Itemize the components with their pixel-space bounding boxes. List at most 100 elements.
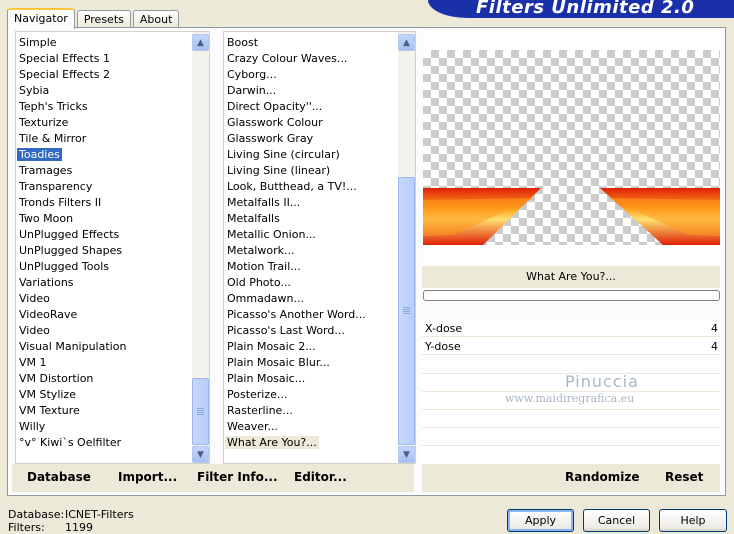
category-scrollbar[interactable]: ▲ ▼ xyxy=(192,32,209,463)
list-item-label: Metalwork... xyxy=(227,244,295,257)
list-item-label: Two Moon xyxy=(19,212,74,225)
scroll-thumb[interactable] xyxy=(192,378,209,445)
filter-item[interactable]: Motion Trail... xyxy=(224,259,398,275)
category-item[interactable]: UnPlugged Shapes xyxy=(16,243,192,259)
list-item-label: VideoRave xyxy=(19,308,78,321)
filter-item[interactable]: Boost xyxy=(224,35,398,51)
filter-item[interactable]: Picasso's Another Word... xyxy=(224,307,398,323)
list-item-label: Metalfalls xyxy=(227,212,280,225)
category-item[interactable]: VM Stylize xyxy=(16,387,192,403)
category-item[interactable]: °v° Kiwi`s Oelfilter xyxy=(16,435,192,451)
category-item[interactable]: VideoRave xyxy=(16,307,192,323)
param-value: 4 xyxy=(711,340,718,353)
category-item[interactable]: Tronds Filters II xyxy=(16,195,192,211)
filter-item[interactable]: Posterize... xyxy=(224,387,398,403)
database-button[interactable]: Database xyxy=(27,470,91,484)
category-item[interactable]: Willy xyxy=(16,419,192,435)
param-row-y-dose[interactable]: Y-dose 4 xyxy=(422,338,720,355)
filter-item[interactable]: Metallic Onion... xyxy=(224,227,398,243)
filter-item[interactable]: Plain Mosaic 2... xyxy=(224,339,398,355)
filter-item[interactable]: Plain Mosaic Blur... xyxy=(224,355,398,371)
filter-info-button[interactable]: Filter Info... xyxy=(197,470,278,484)
filters-count: 1199 xyxy=(65,521,93,534)
category-item[interactable]: Teph's Tricks xyxy=(16,99,192,115)
filter-item[interactable]: Crazy Colour Waves... xyxy=(224,51,398,67)
category-item[interactable]: Two Moon xyxy=(16,211,192,227)
filter-item[interactable]: Metalfalls II... xyxy=(224,195,398,211)
filter-item[interactable]: Direct Opacity''... xyxy=(224,99,398,115)
scroll-up-icon[interactable]: ▲ xyxy=(398,34,415,51)
filter-item[interactable]: Picasso's Last Word... xyxy=(224,323,398,339)
tab-presets[interactable]: Presets xyxy=(76,10,131,28)
category-item[interactable]: Special Effects 2 xyxy=(16,67,192,83)
category-item[interactable]: UnPlugged Effects xyxy=(16,227,192,243)
param-label: Y-dose xyxy=(425,340,461,353)
tab-about[interactable]: About xyxy=(132,10,180,28)
category-item[interactable]: VM Texture xyxy=(16,403,192,419)
category-item[interactable]: Sybia xyxy=(16,83,192,99)
category-item[interactable]: Variations xyxy=(16,275,192,291)
category-item[interactable]: VM 1 xyxy=(16,355,192,371)
category-item[interactable]: Special Effects 1 xyxy=(16,51,192,67)
list-item-label: UnPlugged Effects xyxy=(19,228,120,241)
scroll-thumb[interactable] xyxy=(398,177,415,445)
filter-item[interactable]: Glasswork Gray xyxy=(224,131,398,147)
filter-item[interactable]: Ommadawn... xyxy=(224,291,398,307)
filter-item[interactable]: Living Sine (circular) xyxy=(224,147,398,163)
filter-item[interactable]: Look, Butthead, a TV!... xyxy=(224,179,398,195)
randomize-button[interactable]: Randomize xyxy=(565,470,639,484)
filter-item[interactable]: Metalfalls xyxy=(224,211,398,227)
category-item[interactable]: Texturize xyxy=(16,115,192,131)
apply-button[interactable]: Apply xyxy=(507,509,574,532)
import-button[interactable]: Import... xyxy=(118,470,177,484)
category-item[interactable]: Transparency xyxy=(16,179,192,195)
status-area: Database:ICNET-Filters Filters: 1199 xyxy=(8,508,134,534)
cancel-button[interactable]: Cancel xyxy=(583,509,650,532)
param-label: X-dose xyxy=(425,322,463,335)
list-item-label: Picasso's Last Word... xyxy=(227,324,345,337)
category-item[interactable]: Simple xyxy=(16,35,192,51)
filter-item[interactable]: Weaver... xyxy=(224,419,398,435)
param-row-x-dose[interactable]: X-dose 4 xyxy=(422,320,720,337)
list-item-label: VM Stylize xyxy=(19,388,76,401)
scroll-down-icon[interactable]: ▼ xyxy=(192,446,209,463)
preview-effect-graphic xyxy=(423,188,720,245)
list-item-label: Darwin... xyxy=(227,84,277,97)
filter-item[interactable]: Plain Mosaic... xyxy=(224,371,398,387)
filter-item[interactable]: Living Sine (linear) xyxy=(224,163,398,179)
list-item-label: Transparency xyxy=(19,180,93,193)
filter-item[interactable]: Cyborg... xyxy=(224,67,398,83)
list-item-label: Ommadawn... xyxy=(227,292,305,305)
filter-item[interactable]: What Are You?... xyxy=(224,435,398,451)
filter-item[interactable]: Darwin... xyxy=(224,83,398,99)
category-item[interactable]: Tramages xyxy=(16,163,192,179)
filter-item[interactable]: Metalwork... xyxy=(224,243,398,259)
filter-item[interactable]: Old Photo... xyxy=(224,275,398,291)
list-item-label: Texturize xyxy=(19,116,69,129)
editor-button[interactable]: Editor... xyxy=(294,470,347,484)
category-item[interactable]: Video xyxy=(16,291,192,307)
tab-navigator[interactable]: Navigator xyxy=(7,8,75,29)
category-item[interactable]: VM Distortion xyxy=(16,371,192,387)
scroll-up-icon[interactable]: ▲ xyxy=(192,34,209,51)
list-item-label: What Are You?... xyxy=(225,436,319,449)
list-item-label: Direct Opacity''... xyxy=(227,100,323,113)
reset-button[interactable]: Reset xyxy=(665,470,703,484)
category-list[interactable]: Simple Special Effects 1 Special Effects 2… xyxy=(15,31,210,464)
scroll-down-icon[interactable]: ▼ xyxy=(398,446,415,463)
filter-list[interactable]: Boost Crazy Colour Waves... Cyborg... Darwi… xyxy=(223,31,416,464)
category-item[interactable]: Toadies xyxy=(16,147,192,163)
filters-label: Filters: xyxy=(8,521,45,534)
filter-item[interactable]: Glasswork Colour xyxy=(224,115,398,131)
category-item[interactable]: Visual Manipulation xyxy=(16,339,192,355)
category-item[interactable]: Tile & Mirror xyxy=(16,131,192,147)
category-item[interactable]: Video xyxy=(16,323,192,339)
left-button-bar: Database Import... Filter Info... Editor… xyxy=(12,464,414,492)
list-item-label: Plain Mosaic Blur... xyxy=(227,356,330,369)
list-item-label: VM Distortion xyxy=(19,372,94,385)
help-button[interactable]: Help xyxy=(659,509,727,532)
right-button-bar: Randomize Reset xyxy=(422,464,720,492)
filter-item[interactable]: Rasterline... xyxy=(224,403,398,419)
filter-scrollbar[interactable]: ▲ ▼ xyxy=(398,32,415,463)
category-item[interactable]: UnPlugged Tools xyxy=(16,259,192,275)
